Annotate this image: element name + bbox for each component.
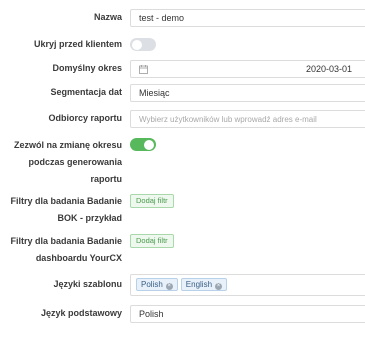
calendar-icon xyxy=(139,65,148,74)
base-language-select[interactable]: Polish xyxy=(130,305,365,323)
template-languages-label: Języki szablonu xyxy=(53,279,122,289)
toggle-knob xyxy=(132,39,142,50)
filters-bok-label-line1: Filtry dla badania Badanie xyxy=(10,196,122,206)
language-tag-label: English xyxy=(185,280,213,289)
add-filter-button-dashboard[interactable]: Dodaj filtr xyxy=(130,234,174,248)
allow-period-change-label-line3: raportu xyxy=(90,174,123,184)
template-languages-input[interactable]: Polish × English × xyxy=(130,274,365,296)
name-input[interactable]: test - demo xyxy=(130,9,365,27)
filters-bok-label-line2: BOK - przykład xyxy=(57,213,122,223)
default-period-input[interactable]: 2020-03-01 xyxy=(130,60,365,78)
filters-dashboard-label: Filtry dla badania Badanie dashboardu Yo… xyxy=(10,234,122,266)
hide-from-client-label: Ukryj przed klientem xyxy=(33,39,122,49)
default-period-value: 2020-03-01 xyxy=(305,64,352,74)
report-recipients-label: Odbiorcy raportu xyxy=(48,113,122,123)
date-segmentation-label: Segmentacja dat xyxy=(50,87,122,97)
filters-bok-label: Filtry dla badania Badanie BOK - przykła… xyxy=(10,194,122,226)
remove-tag-icon[interactable]: × xyxy=(215,283,223,290)
language-tag: English × xyxy=(180,278,228,291)
recipients-placeholder: Wybierz użytkowników lub wprowadź adres … xyxy=(139,115,317,124)
remove-tag-icon[interactable]: × xyxy=(165,283,173,290)
report-recipients-input[interactable]: Wybierz użytkowników lub wprowadź adres … xyxy=(130,110,365,128)
filters-dashboard-label-line2: dashboardu YourCX xyxy=(35,253,122,263)
add-filter-button-bok[interactable]: Dodaj filtr xyxy=(130,194,174,208)
toggle-knob xyxy=(144,139,154,150)
allow-period-change-label-line1: Zezwól na zmianę okresu xyxy=(13,140,122,150)
date-segmentation-select[interactable]: Miesiąc xyxy=(130,84,365,102)
hide-from-client-toggle[interactable] xyxy=(130,38,156,51)
allow-period-change-label: Zezwól na zmianę okresu podczas generowa… xyxy=(14,138,122,187)
language-tag-label: Polish xyxy=(141,280,163,289)
language-tag: Polish × xyxy=(136,278,178,291)
default-period-label: Domyślny okres xyxy=(52,63,122,73)
allow-period-change-toggle[interactable] xyxy=(130,138,156,151)
allow-period-change-label-line2: podczas generowania xyxy=(28,157,122,167)
base-language-label: Język podstawowy xyxy=(40,308,122,318)
filters-dashboard-label-line1: Filtry dla badania Badanie xyxy=(10,236,122,246)
name-label: Nazwa xyxy=(93,12,122,22)
